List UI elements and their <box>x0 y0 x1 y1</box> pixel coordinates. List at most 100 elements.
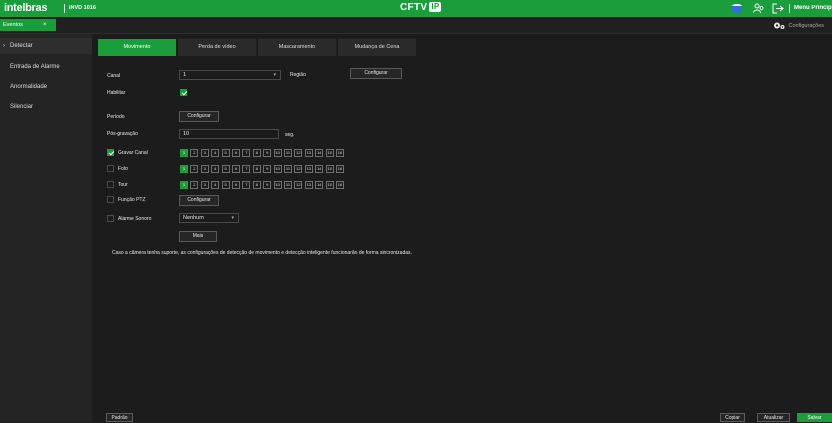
channel-checkbox[interactable]: 1 <box>180 165 188 173</box>
channel-checkbox[interactable]: 9 <box>263 181 272 189</box>
channel-checkbox[interactable]: 3 <box>200 181 209 189</box>
users-icon[interactable] <box>753 3 765 14</box>
channel-checkbox[interactable]: 12 <box>294 149 303 157</box>
regiao-configurar-button[interactable]: Configurar <box>350 68 402 79</box>
channel-checkbox[interactable]: 8 <box>252 149 261 157</box>
top-bar: intelbras iNVD 1016 CFTVIP Menu Principa… <box>0 0 832 17</box>
channel-checkbox[interactable]: 7 <box>242 181 251 189</box>
pos-gravacao-input[interactable]: 10 <box>179 129 279 139</box>
close-icon[interactable]: × <box>43 19 47 31</box>
channel-checkbox[interactable]: 8 <box>252 165 261 173</box>
channel-checkbox[interactable]: 9 <box>263 165 272 173</box>
sidebar-item-silenciar[interactable]: Silenciar <box>0 99 92 115</box>
alarme-sonoro-select[interactable]: Nenhum ▾ <box>179 213 239 223</box>
channel-checkbox[interactable]: 11 <box>284 181 292 189</box>
channel-checkbox[interactable]: 5 <box>221 149 230 157</box>
pos-gravacao-label: Pós-gravação <box>107 131 138 137</box>
channel-checkbox[interactable]: 13 <box>304 165 313 173</box>
channel-checkbox[interactable]: 12 <box>294 181 303 189</box>
pos-gravacao-unit: seg. <box>285 132 295 138</box>
device-model: iNVD 1016 <box>69 5 96 11</box>
habilitar-label: Habilitar <box>107 90 126 96</box>
ptz-configurar-button[interactable]: Configurar <box>179 195 219 206</box>
channel-checkbox[interactable]: 2 <box>190 165 199 173</box>
copiar-button[interactable]: Copiar <box>720 413 745 422</box>
channel-checkbox[interactable]: 13 <box>304 181 313 189</box>
channel-checkbox[interactable]: 10 <box>273 181 282 189</box>
channel-checkbox[interactable]: 6 <box>232 181 240 189</box>
channel-checkbox[interactable]: 10 <box>273 165 282 173</box>
sidebar-item-detectar[interactable]: › Detectar <box>0 38 92 54</box>
channel-checkbox[interactable]: 7 <box>242 149 251 157</box>
channel-checkbox[interactable]: 15 <box>325 165 334 173</box>
channel-checkbox[interactable]: 7 <box>242 165 251 173</box>
tab-mascaramento[interactable]: Mascaramento <box>258 39 336 56</box>
sidebar-item-label: Entrada de Alarme <box>10 64 60 70</box>
ip-badge: IP <box>429 2 442 12</box>
channel-checkbox[interactable]: 6 <box>232 165 240 173</box>
tab-mudanca-de-cena[interactable]: Mudança de Cena <box>338 39 416 56</box>
channel-checkbox[interactable]: 1 <box>180 181 188 189</box>
salvar-button[interactable]: Salvar <box>797 413 832 422</box>
channel-checkbox[interactable]: 15 <box>325 181 334 189</box>
sidebar-item-entrada-de-alarme[interactable]: Entrada de Alarme <box>0 59 92 75</box>
channel-checkbox[interactable]: 9 <box>263 149 272 157</box>
chevron-right-icon: › <box>3 43 5 49</box>
canal-label: Canal <box>107 73 121 79</box>
padrao-button[interactable]: Padrão <box>106 413 133 422</box>
ptz-checkbox[interactable] <box>107 196 114 203</box>
channel-checkbox[interactable]: 4 <box>211 149 220 157</box>
gravar-canal-checkbox[interactable] <box>107 149 114 156</box>
foto-label: Foto <box>118 166 129 172</box>
channel-checkbox[interactable]: 16 <box>336 149 344 157</box>
channel-checkbox[interactable]: 12 <box>294 165 303 173</box>
sidebar-item-anormalidade[interactable]: Anormalidade <box>0 79 92 95</box>
channel-checkbox[interactable]: 11 <box>284 165 292 173</box>
tab-perda-de-video[interactable]: Perda de vídeo <box>178 39 256 56</box>
habilitar-checkbox[interactable] <box>180 89 187 96</box>
cftv-label: CFTV <box>400 2 428 13</box>
channel-checkbox[interactable]: 11 <box>284 149 292 157</box>
configuracoes-link[interactable]: Configurações <box>773 21 824 30</box>
atualizar-button[interactable]: Atualizar <box>757 413 790 422</box>
channel-checkbox[interactable]: 15 <box>325 149 334 157</box>
channel-checkbox[interactable]: 4 <box>211 165 220 173</box>
channel-checkbox[interactable]: 5 <box>221 165 230 173</box>
logout-icon[interactable] <box>772 3 784 14</box>
regiao-label: Região <box>290 72 306 78</box>
alarme-sonoro-checkbox[interactable] <box>107 215 114 222</box>
canal-select[interactable]: 1 ▾ <box>179 70 281 80</box>
channel-checkbox[interactable]: 4 <box>211 181 220 189</box>
tour-checkbox[interactable] <box>107 181 114 188</box>
storage-icon[interactable] <box>731 3 743 14</box>
tab-eventos[interactable]: Eventos × <box>0 19 56 31</box>
tab-movimento[interactable]: Movimento <box>98 39 176 56</box>
divider <box>64 4 65 13</box>
mais-button[interactable]: Mais <box>179 231 217 242</box>
channel-checkbox[interactable]: 3 <box>200 165 209 173</box>
channel-checkbox[interactable]: 2 <box>190 181 199 189</box>
channel-checkbox[interactable]: 6 <box>232 149 240 157</box>
channel-checkbox[interactable]: 10 <box>273 149 282 157</box>
chevron-down-icon: ▾ <box>273 72 276 78</box>
channel-checkbox[interactable]: 16 <box>336 181 344 189</box>
channel-checkbox[interactable]: 14 <box>315 165 324 173</box>
channel-checkbox[interactable]: 8 <box>252 181 261 189</box>
chevron-down-icon: ▾ <box>231 215 234 221</box>
main-menu-button[interactable]: Menu Principal <box>794 5 832 11</box>
main-content: Movimento Perda de vídeo Mascaramento Mu… <box>92 34 832 422</box>
channel-checkbox[interactable]: 14 <box>315 149 324 157</box>
channel-checkbox[interactable]: 3 <box>200 149 209 157</box>
channel-checkbox[interactable]: 13 <box>304 149 313 157</box>
sync-note: Caso a câmera tenha suporte, as configur… <box>112 250 412 256</box>
periodo-configurar-button[interactable]: Configurar <box>179 111 219 122</box>
sidebar: › Detectar Entrada de Alarme Anormalidad… <box>0 34 92 422</box>
periodo-label: Período <box>107 114 125 120</box>
channel-checkbox[interactable]: 14 <box>315 181 324 189</box>
foto-checkbox[interactable] <box>107 165 114 172</box>
gear-icon <box>773 22 785 29</box>
channel-checkbox[interactable]: 1 <box>180 149 188 157</box>
channel-checkbox[interactable]: 2 <box>190 149 199 157</box>
channel-checkbox[interactable]: 16 <box>336 165 344 173</box>
channel-checkbox[interactable]: 5 <box>221 181 230 189</box>
